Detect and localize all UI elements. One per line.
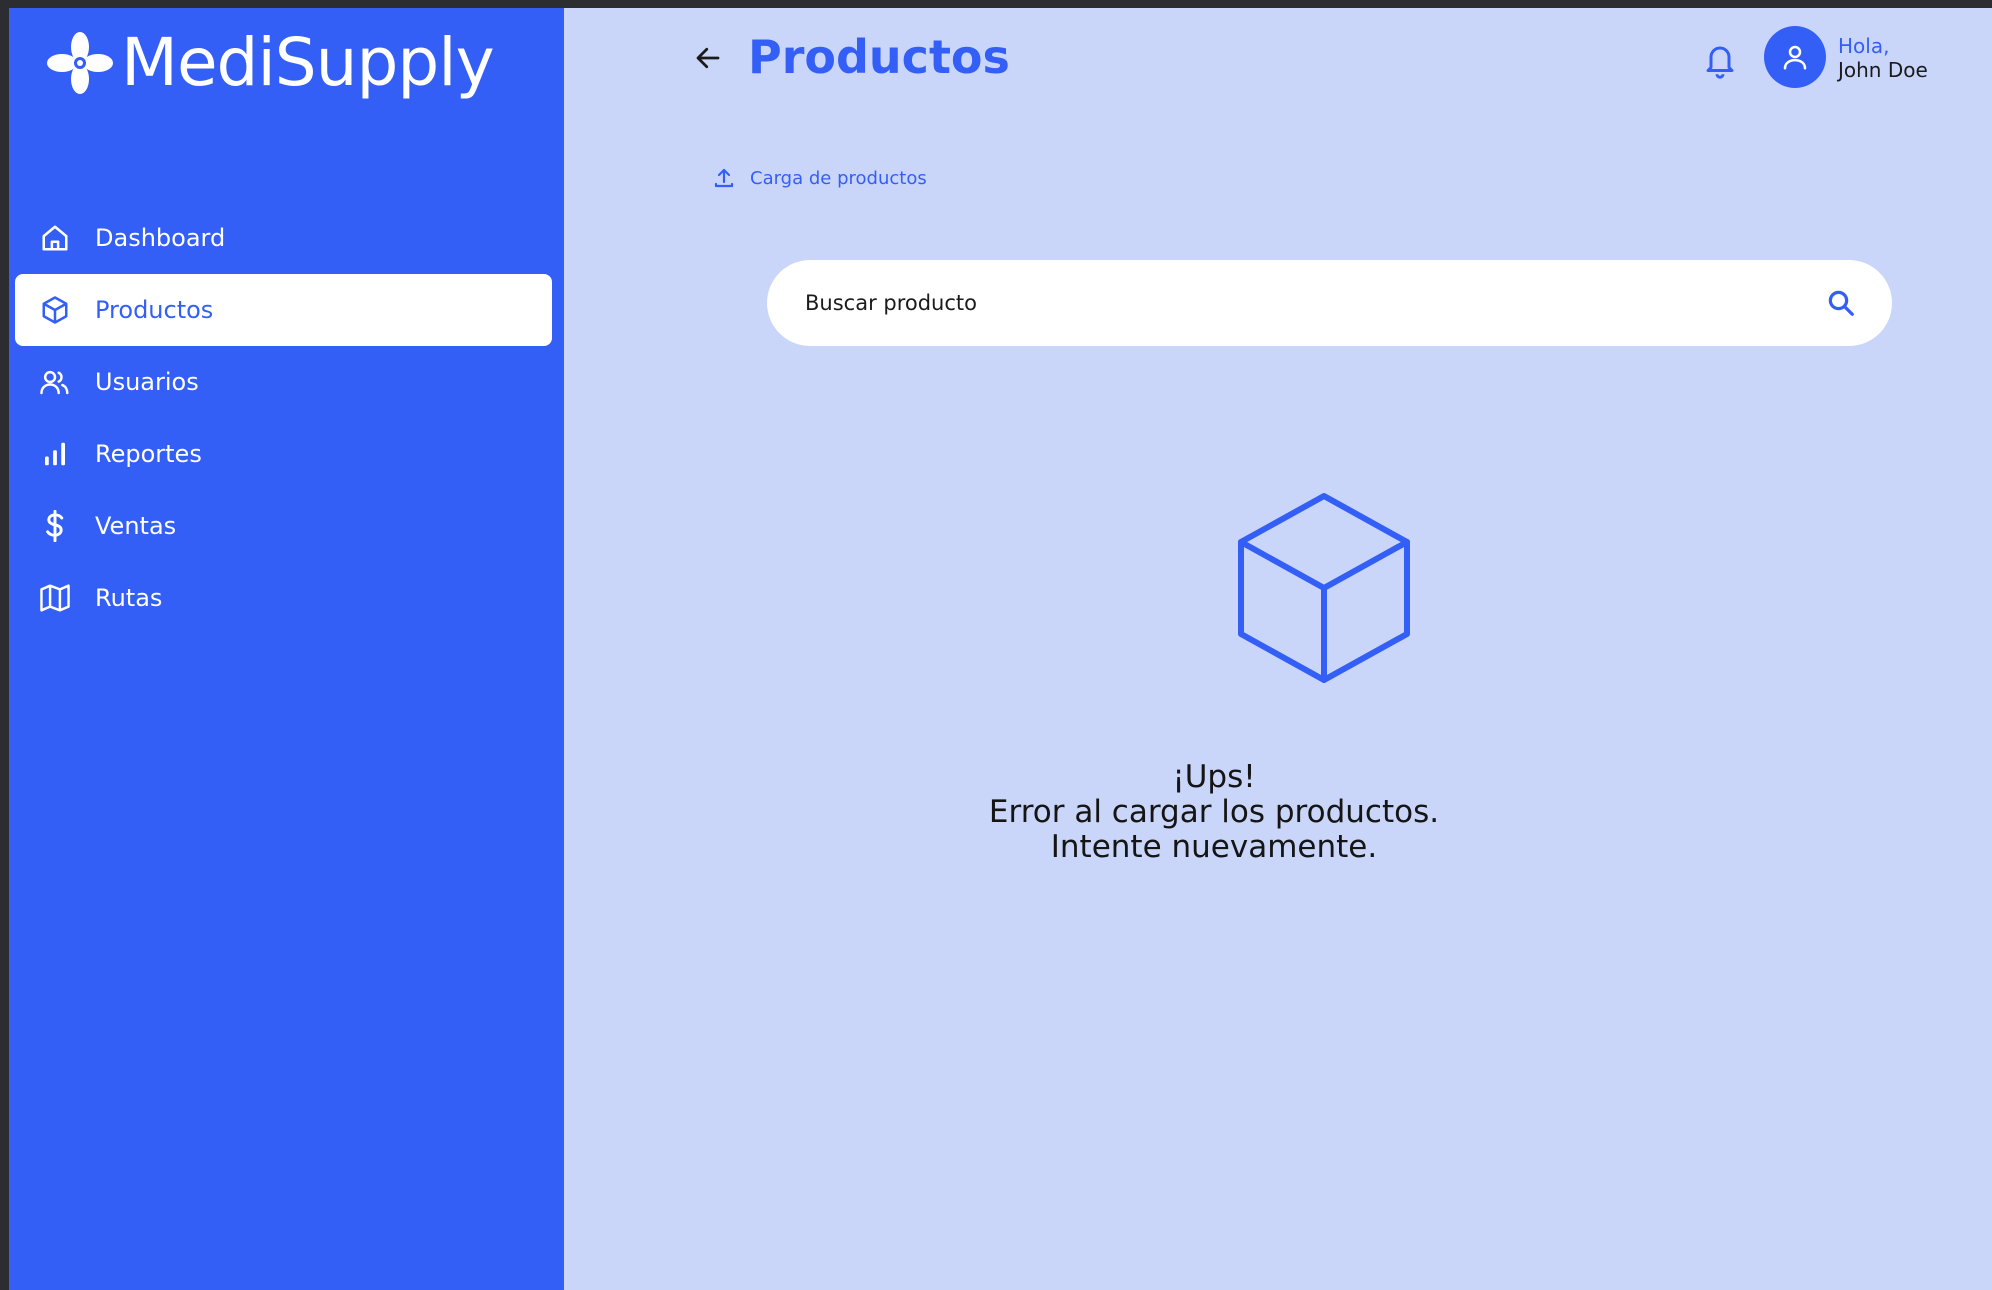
sidebar-item-label: Productos xyxy=(95,296,214,324)
error-line: Error al cargar los productos. xyxy=(988,794,1440,830)
dollar-icon xyxy=(39,510,71,542)
sidebar-item-usuarios[interactable]: Usuarios xyxy=(15,346,552,418)
error-line: Intente nuevamente. xyxy=(1050,829,1378,865)
search-bar xyxy=(767,260,1892,346)
empty-state-cube-icon xyxy=(1237,492,1411,688)
back-button[interactable] xyxy=(688,38,728,78)
avatar[interactable] xyxy=(1764,26,1826,88)
notifications-button[interactable] xyxy=(1702,40,1738,80)
sidebar-item-label: Rutas xyxy=(95,584,163,612)
sidebar-item-ventas[interactable]: Ventas xyxy=(15,490,552,562)
user-greeting: Hola, John Doe xyxy=(1838,34,1928,82)
page-title: Productos xyxy=(748,30,1010,84)
brand-name: MediSupply xyxy=(121,24,495,101)
users-icon xyxy=(39,366,71,398)
user-name: John Doe xyxy=(1838,58,1928,82)
cube-icon xyxy=(39,294,71,326)
main-content: Productos Hola, John Doe Carga de produc… xyxy=(564,8,1992,1290)
error-message: ¡Ups! Error al cargar los productos. Int… xyxy=(964,760,1464,865)
sidebar-item-rutas[interactable]: Rutas xyxy=(15,562,552,634)
brand-logo: MediSupply xyxy=(47,24,495,101)
sidebar-item-label: Ventas xyxy=(95,512,177,540)
bell-icon xyxy=(1706,46,1734,79)
upload-products-label: Carga de productos xyxy=(750,167,927,189)
error-title: ¡Ups! xyxy=(1172,759,1256,795)
search-input[interactable] xyxy=(803,290,1824,316)
user-icon xyxy=(1783,45,1807,70)
upload-icon xyxy=(714,168,734,188)
bar-chart-icon xyxy=(39,438,71,470)
sidebar-item-reportes[interactable]: Reportes xyxy=(15,418,552,490)
map-icon xyxy=(39,582,71,614)
sidebar-item-dashboard[interactable]: Dashboard xyxy=(15,202,552,274)
app-window: MediSupply Dashboard Productos Usuarios … xyxy=(9,8,1992,1290)
sidebar-nav: Dashboard Productos Usuarios Reportes Ve… xyxy=(15,202,552,634)
medisupply-logo-icon xyxy=(47,32,113,94)
upload-products-link[interactable]: Carga de productos xyxy=(712,166,927,190)
search-icon xyxy=(1828,290,1854,316)
sidebar-item-productos[interactable]: Productos xyxy=(15,274,552,346)
sidebar: MediSupply Dashboard Productos Usuarios … xyxy=(9,8,564,1290)
sidebar-item-label: Usuarios xyxy=(95,368,199,396)
home-icon xyxy=(39,222,71,254)
search-button[interactable] xyxy=(1824,286,1858,320)
greeting-text: Hola, xyxy=(1838,34,1890,58)
arrow-left-icon xyxy=(696,47,720,69)
sidebar-item-label: Dashboard xyxy=(95,224,226,252)
sidebar-item-label: Reportes xyxy=(95,440,202,468)
